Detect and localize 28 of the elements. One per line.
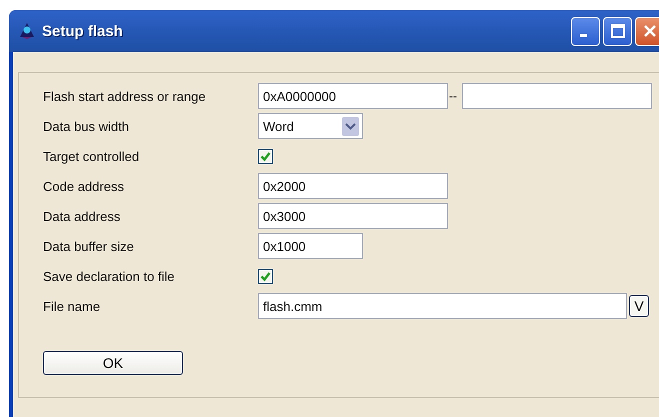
- ok-button[interactable]: OK: [43, 351, 183, 375]
- maximize-button[interactable]: [603, 16, 632, 46]
- text-field[interactable]: 0x3000: [258, 203, 448, 229]
- minimize-button[interactable]: [571, 16, 600, 46]
- field-label: Save declaration to file: [43, 268, 176, 284]
- field-label: Data address: [43, 208, 122, 224]
- checkbox[interactable]: [258, 148, 273, 164]
- text-field[interactable]: 0x2000: [258, 173, 448, 199]
- dropdown[interactable]: Word: [258, 113, 363, 139]
- close-icon: [642, 24, 656, 38]
- minimize-icon: [580, 34, 587, 37]
- field-label: Code address: [43, 178, 125, 194]
- end-address-field[interactable]: [462, 83, 652, 109]
- text-field[interactable]: 0x1000: [258, 233, 363, 259]
- window-title: Setup flash: [42, 22, 123, 40]
- close-button[interactable]: [635, 16, 659, 46]
- field-label: File name: [43, 298, 102, 314]
- checkbox[interactable]: [258, 268, 273, 284]
- app-icon: [18, 22, 36, 40]
- field-label: Data bus width: [43, 118, 130, 134]
- field-label: Data buffer size: [43, 238, 135, 254]
- field-label: Flash start address or range: [43, 88, 207, 104]
- start-address-field[interactable]: 0xA0000000: [258, 83, 448, 109]
- file-name-field[interactable]: flash.cmm: [258, 293, 627, 319]
- field-label: Target controlled: [43, 148, 140, 164]
- maximize-icon: [610, 24, 624, 38]
- range-separator: --: [448, 89, 458, 103]
- browse-button[interactable]: V: [629, 295, 649, 317]
